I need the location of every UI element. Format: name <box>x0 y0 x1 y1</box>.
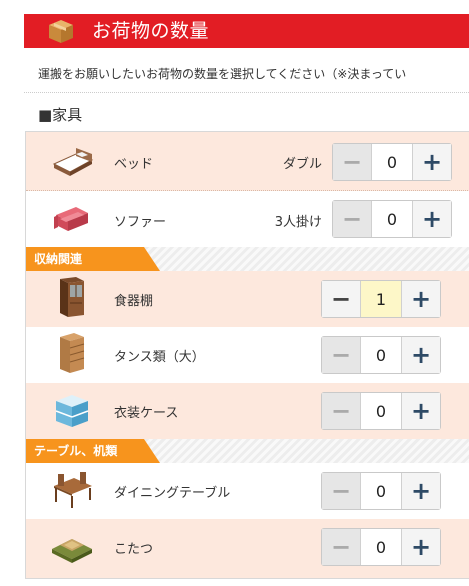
increment-button[interactable]: + <box>412 201 451 237</box>
item-name: ソファー <box>114 215 167 230</box>
cupboard-icon <box>60 277 84 317</box>
item-name: ベッド <box>114 157 154 172</box>
item-name: こたつ <box>114 542 154 557</box>
item-name: タンス類（大） <box>114 350 205 365</box>
quantity-stepper[interactable]: − 0 + <box>321 528 441 566</box>
page-header: お荷物の数量 <box>24 14 469 48</box>
decrement-button[interactable]: − <box>322 473 361 509</box>
increment-button[interactable]: + <box>412 144 451 180</box>
increment-button[interactable]: + <box>401 281 440 317</box>
category-label: 収納関連 <box>26 247 160 271</box>
list-item-dining-table: ダイニングテーブル − 0 + <box>26 463 469 519</box>
decrement-button[interactable]: − <box>322 281 361 317</box>
quantity-value: 0 <box>375 345 387 365</box>
category-header-storage: 収納関連 <box>26 247 469 271</box>
list-item-sofa: ソファー 3人掛け − 0 + <box>26 191 469 247</box>
quantity-stepper[interactable]: − 0 + <box>332 143 452 181</box>
increment-button[interactable]: + <box>401 393 440 429</box>
list-item-chest: タンス類（大） − 0 + <box>26 327 469 383</box>
section-title-furniture: ■家具 <box>38 106 83 124</box>
quantity-stepper[interactable]: − 0 + <box>321 472 441 510</box>
quantity-stepper[interactable]: − 0 + <box>321 336 441 374</box>
decrement-button[interactable]: − <box>333 201 372 237</box>
item-size: ダブル <box>282 157 322 172</box>
category-header-tables: テーブル、机類 <box>26 439 469 463</box>
list-item-bed: ベッド ダブル − 0 + <box>26 132 469 191</box>
decrement-button[interactable]: − <box>333 144 372 180</box>
quantity-stepper[interactable]: − 1 + <box>321 280 441 318</box>
quantity-value: 1 <box>361 281 401 317</box>
list-item-storage-case: 衣装ケース − 0 + <box>26 383 469 439</box>
decrement-button[interactable]: − <box>322 529 361 565</box>
quantity-value: 0 <box>375 537 387 557</box>
cardboard-box-icon <box>49 20 73 43</box>
quantity-stepper[interactable]: − 0 + <box>332 200 452 238</box>
increment-button[interactable]: + <box>401 473 440 509</box>
dining-table-icon <box>54 472 92 508</box>
instruction-bar: 運搬をお願いしたいお荷物の数量を選択してください（※決まってい <box>24 52 469 93</box>
list-item-kotatsu: こたつ − 0 + <box>26 519 469 578</box>
item-size: 3人掛け <box>274 215 322 230</box>
sofa-icon <box>54 207 88 231</box>
quantity-stepper[interactable]: − 0 + <box>321 392 441 430</box>
quantity-value: 0 <box>386 152 398 172</box>
item-name: 衣装ケース <box>114 406 179 421</box>
quantity-value: 0 <box>386 209 398 229</box>
chest-of-drawers-icon <box>60 333 85 373</box>
item-name: 食器棚 <box>114 294 154 309</box>
item-name: ダイニングテーブル <box>114 486 231 501</box>
category-label: テーブル、机類 <box>26 439 160 463</box>
decrement-button[interactable]: − <box>322 393 361 429</box>
storage-case-icon <box>55 395 89 427</box>
kotatsu-icon <box>52 539 92 563</box>
list-item-cupboard: 食器棚 − 1 + <box>26 271 469 327</box>
page-title: お荷物の数量 <box>92 20 210 42</box>
instruction-text: 運搬をお願いしたいお荷物の数量を選択してください（※決まってい <box>38 67 407 81</box>
quantity-value: 0 <box>375 481 387 501</box>
increment-button[interactable]: + <box>401 337 440 373</box>
increment-button[interactable]: + <box>401 529 440 565</box>
bed-icon <box>52 148 94 176</box>
decrement-button[interactable]: − <box>322 337 361 373</box>
furniture-panel: ベッド ダブル − 0 + ソファー 3人掛け − 0 + 収納関連 食器棚 −… <box>25 131 469 579</box>
quantity-value: 0 <box>375 401 387 421</box>
